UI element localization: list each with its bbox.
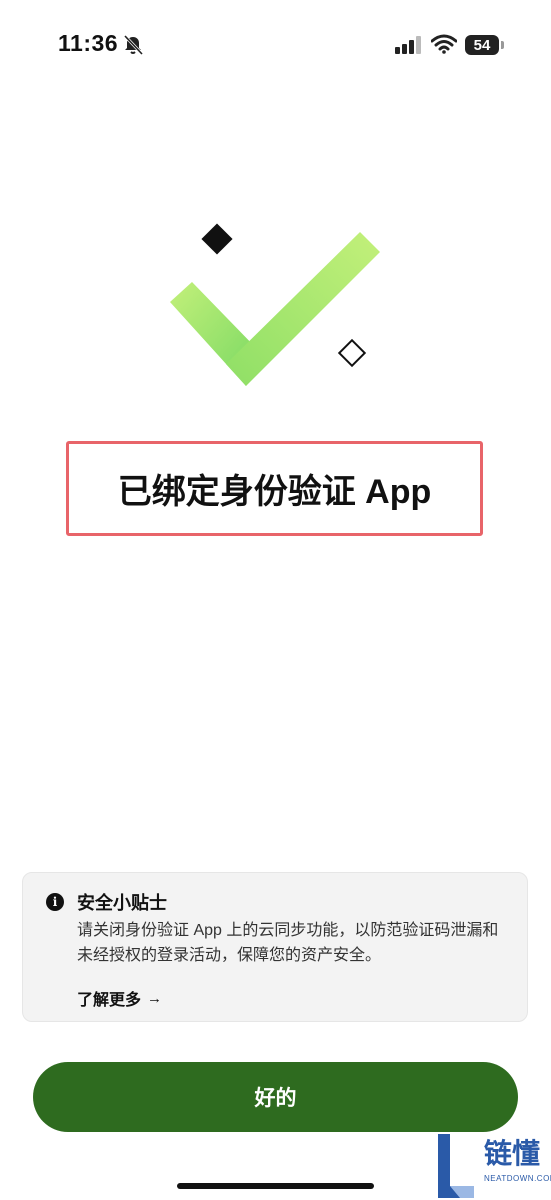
bell-slash-icon (123, 34, 144, 56)
home-indicator[interactable] (177, 1183, 374, 1189)
watermark-l-icon (438, 1134, 474, 1198)
battery-icon: 54 (465, 35, 499, 55)
info-icon: i (46, 893, 64, 911)
watermark-text: 链懂 (484, 1137, 541, 1170)
title-highlight-box: 已绑定身份验证 App (66, 441, 483, 536)
tip-title: 安全小贴士 (77, 893, 167, 913)
battery-nub (501, 41, 504, 49)
diamond-solid (201, 223, 233, 255)
learn-more-label: 了解更多 (77, 992, 142, 1009)
signal-icon (395, 36, 421, 54)
status-bar: 11:36 54 (0, 0, 551, 90)
wifi-icon (431, 34, 457, 54)
status-time: 11:36 (58, 30, 119, 56)
watermark-logo: 链懂 NEATDOWN.COM (432, 1128, 551, 1200)
security-tip-card: i 安全小贴士 请关闭身份验证 App 上的云同步功能，以防范验证码泄漏和未经授… (22, 872, 528, 1022)
diamond-outline (337, 338, 367, 368)
watermark-subtext: NEATDOWN.COM (484, 1174, 551, 1183)
tip-body: 请关闭身份验证 App 上的云同步功能，以防范验证码泄漏和未经授权的登录活动，保… (77, 922, 499, 964)
ok-button[interactable]: 好的 (33, 1062, 518, 1132)
page-title: 已绑定身份验证 App (117, 473, 432, 511)
checkmark-illustration (170, 223, 380, 386)
arrow-right-icon: → (147, 989, 163, 1007)
learn-more-link[interactable]: 了解更多 → (77, 986, 162, 1010)
